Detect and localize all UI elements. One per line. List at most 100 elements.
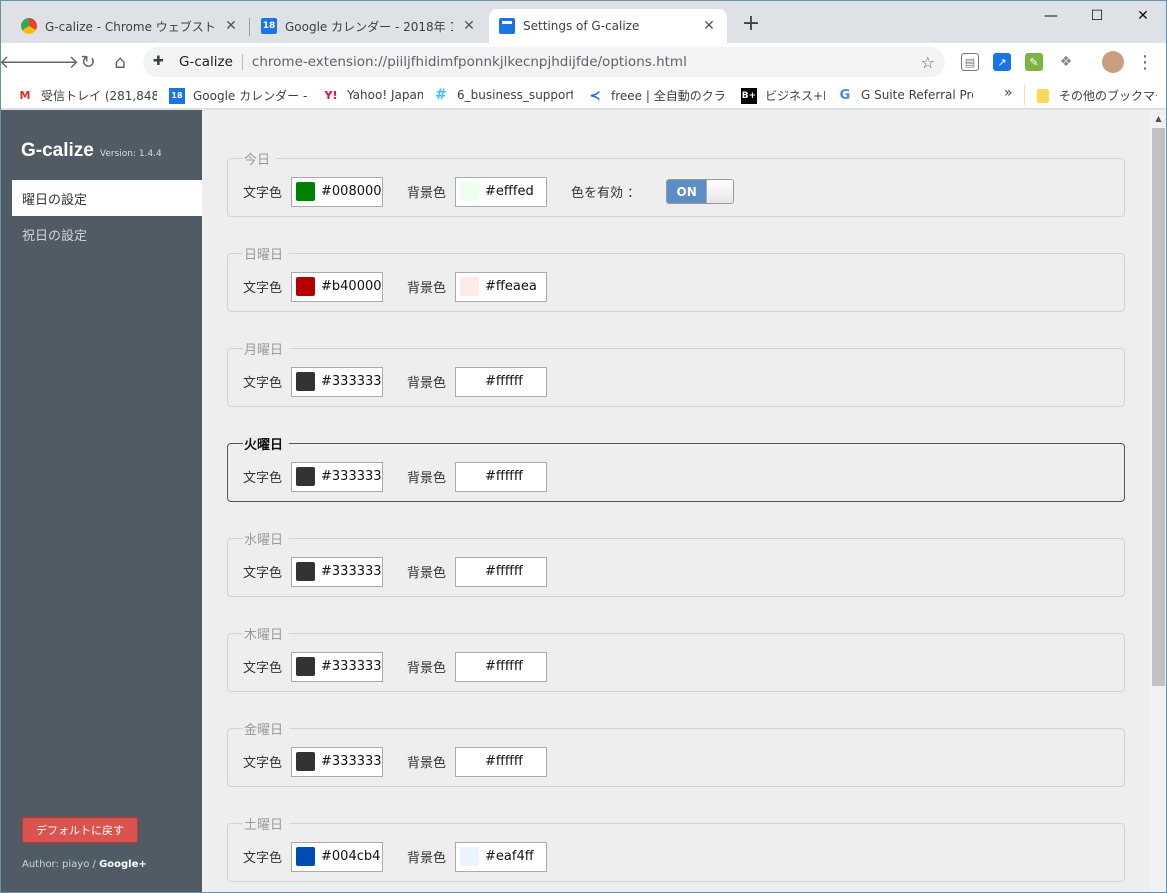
maximize-button[interactable]: ☐ — [1074, 1, 1120, 31]
freee-icon: ≺ — [589, 87, 601, 104]
evernote-icon[interactable]: ✎ — [1025, 53, 1043, 71]
bookmark-slack[interactable]: # 6_business_support | — [433, 87, 573, 103]
close-icon[interactable]: ✕ — [461, 18, 477, 34]
color-swatch[interactable] — [460, 657, 480, 676]
day-title: 日曜日 — [244, 248, 284, 263]
color-swatch[interactable] — [296, 277, 316, 296]
calendar-icon: 18 — [169, 87, 185, 104]
sidebar-item-holiday-settings[interactable]: 祝日の設定 — [12, 216, 202, 252]
external-link-icon[interactable]: ↗ — [993, 53, 1011, 71]
color-swatch[interactable] — [460, 847, 480, 866]
bookmark-freee[interactable]: ≺ freee | 全自動のクラウ — [587, 87, 725, 104]
bg-color-label: 背景色 — [407, 376, 447, 391]
omnibox-divider — [241, 54, 243, 70]
color-swatch[interactable] — [460, 182, 480, 201]
text-color-input[interactable]: #333333 — [291, 366, 384, 397]
bookmark-gmail[interactable]: M 受信トレイ (281,848) - — [17, 87, 157, 104]
color-swatch[interactable] — [296, 372, 316, 391]
scrollbar-thumb[interactable] — [1152, 128, 1165, 686]
bookmark-label: ビジネス+IT — [765, 89, 825, 103]
color-swatch[interactable] — [296, 182, 316, 201]
close-icon[interactable]: ✕ — [223, 18, 239, 34]
extension-name: G-calize — [179, 54, 233, 70]
bookmark-star-icon[interactable]: ☆ — [921, 53, 935, 72]
bg-color-input[interactable]: #ffeaea — [455, 271, 548, 302]
color-swatch[interactable] — [460, 277, 480, 296]
browser-window: G-calize - Chrome ウェブストア ✕ 18 Google カレン… — [0, 0, 1167, 893]
reload-button[interactable]: ↻ — [76, 50, 100, 74]
bookmark-yahoo[interactable]: Y! Yahoo! Japan — [323, 87, 424, 103]
home-button[interactable]: ⌂ — [108, 50, 132, 74]
reset-defaults-button[interactable]: デフォルトに戻す — [22, 817, 138, 843]
other-bookmarks[interactable]: その他のブックマーク — [1037, 87, 1157, 104]
gcalize-icon — [499, 18, 515, 34]
bg-color-input[interactable]: #ffffff — [455, 556, 548, 587]
scroll-up-arrow-icon[interactable]: ▲ — [1150, 110, 1166, 127]
reader-icon[interactable]: ▤ — [961, 53, 979, 71]
text-color-input[interactable]: #333333 — [291, 556, 384, 587]
enable-color-toggle[interactable]: ON — [666, 179, 735, 204]
dropbox-icon[interactable]: ❖ — [1057, 53, 1075, 71]
day-title: 土曜日 — [244, 818, 284, 833]
bookmark-gsuite[interactable]: G G Suite Referral Prog — [837, 87, 973, 103]
bg-color-input[interactable]: #ffffff — [455, 366, 548, 397]
day-title: 月曜日 — [244, 343, 284, 358]
text-color-input[interactable]: #008000 — [291, 176, 384, 207]
avatar[interactable] — [1102, 51, 1124, 73]
day-title: 今日 — [244, 153, 271, 168]
tab-webstore[interactable]: G-calize - Chrome ウェブストア ✕ — [1, 9, 249, 43]
color-value: #eaf4ff — [485, 849, 534, 864]
color-swatch[interactable] — [296, 847, 316, 866]
color-swatch[interactable] — [460, 752, 480, 771]
author-link[interactable]: Google+ — [99, 859, 147, 870]
tab-settings[interactable]: Settings of G-calize ✕ — [489, 9, 727, 43]
sidebar-item-weekday-settings[interactable]: 曜日の設定 — [12, 180, 202, 216]
color-swatch[interactable] — [296, 657, 316, 676]
google-icon: G — [839, 87, 851, 103]
day-settings-friday: 金曜日 文字色 #333333 背景色 #ffffff — [227, 719, 1125, 787]
bookmark-calendar[interactable]: 18 Google カレンダー - 20 — [169, 87, 307, 104]
text-color-input[interactable]: #333333 — [291, 461, 384, 492]
day-title: 木曜日 — [244, 628, 284, 643]
window-close-button[interactable]: ✕ — [1120, 1, 1166, 31]
minimize-button[interactable]: — — [1028, 1, 1074, 31]
color-value: #333333 — [321, 564, 382, 579]
color-value: #ffffff — [485, 754, 523, 769]
bookmark-overflow-button[interactable]: » — [1004, 85, 1013, 101]
menu-icon[interactable]: ⋮ — [1133, 50, 1157, 74]
tab-calendar[interactable]: 18 Google カレンダー - 2018年 12月 ✕ — [251, 9, 487, 43]
color-swatch[interactable] — [296, 467, 316, 486]
address-bar[interactable]: ✚ G-calize chrome-extension://piiljfhidi… — [143, 47, 945, 77]
url-text[interactable]: chrome-extension://piiljfhidimfponnkjlke… — [252, 54, 687, 70]
color-swatch[interactable] — [460, 467, 480, 486]
color-swatch[interactable] — [296, 562, 316, 581]
color-swatch[interactable] — [296, 752, 316, 771]
text-color-label: 文字色 — [243, 661, 283, 676]
color-value: #efffed — [485, 184, 534, 199]
new-tab-button[interactable]: + — [739, 13, 763, 37]
bg-color-input[interactable]: #efffed — [455, 176, 548, 207]
text-color-input[interactable]: #b40000 — [291, 271, 384, 302]
bg-color-input[interactable]: #ffffff — [455, 746, 548, 777]
bg-color-input[interactable]: #eaf4ff — [455, 841, 548, 872]
close-icon[interactable]: ✕ — [701, 18, 717, 34]
bg-color-input[interactable]: #ffffff — [455, 651, 548, 682]
slack-icon: # — [435, 87, 447, 103]
folder-icon — [1037, 88, 1049, 103]
color-value: #ffeaea — [485, 279, 537, 294]
bookmark-bplusit[interactable]: B+ ビジネス+IT — [741, 87, 825, 104]
vertical-scrollbar[interactable]: ▲ — [1150, 110, 1166, 892]
color-value: #ffffff — [485, 374, 523, 389]
color-swatch[interactable] — [460, 372, 480, 391]
toggle-knob — [706, 180, 734, 203]
color-swatch[interactable] — [460, 562, 480, 581]
text-color-input[interactable]: #004cb4 — [291, 841, 384, 872]
day-settings-wednesday: 水曜日 文字色 #333333 背景色 #ffffff — [227, 529, 1125, 597]
day-settings-monday: 月曜日 文字色 #333333 背景色 #ffffff — [227, 339, 1125, 407]
bookmark-label: G Suite Referral Prog — [861, 88, 973, 102]
bg-color-input[interactable]: #ffffff — [455, 461, 548, 492]
text-color-input[interactable]: #333333 — [291, 746, 384, 777]
forward-button[interactable]: 🡒 — [31, 50, 79, 74]
bg-color-label: 背景色 — [407, 471, 447, 486]
text-color-input[interactable]: #333333 — [291, 651, 384, 682]
